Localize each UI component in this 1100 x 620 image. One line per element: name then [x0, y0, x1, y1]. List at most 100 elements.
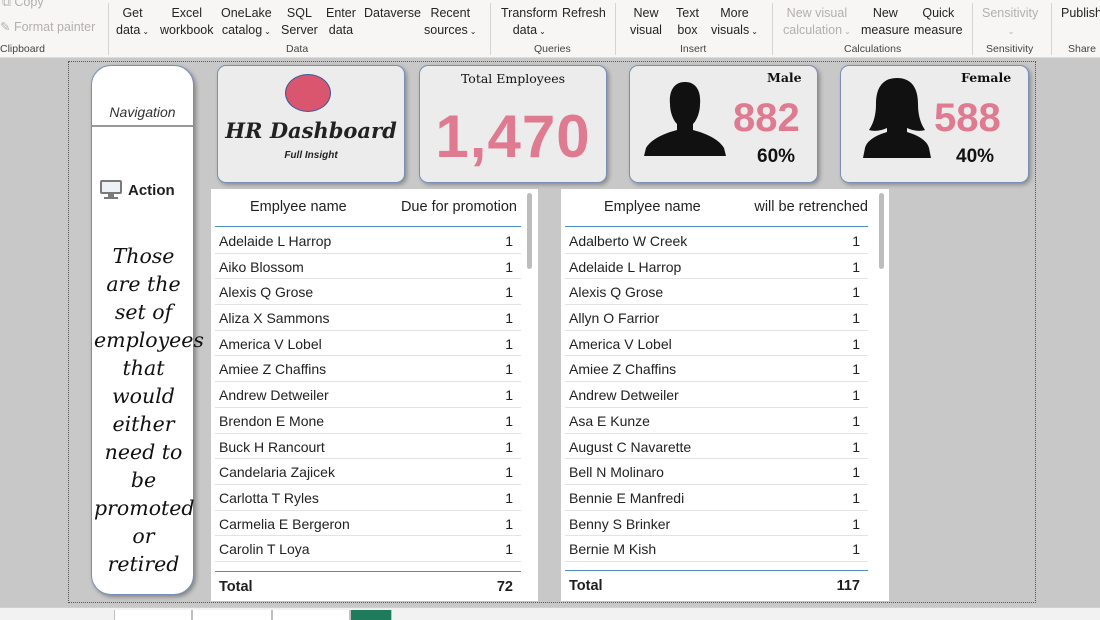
excel-workbook-button[interactable]: Excel workbook: [160, 5, 214, 39]
value-cell: 1: [505, 515, 513, 532]
add-page-tab[interactable]: [350, 610, 392, 620]
paintbrush-icon: ✎: [0, 20, 14, 34]
table-total-row: Total 117: [565, 570, 868, 600]
table-row[interactable]: Buck H Rancourt 1: [215, 434, 521, 460]
navigation-divider: [92, 125, 193, 127]
table-row[interactable]: August C Navarette 1: [565, 434, 868, 460]
chevron-down-icon: ⌄: [1007, 27, 1015, 36]
value-cell: 1: [505, 284, 513, 301]
employee-name-cell: Bernie M Kish: [569, 541, 657, 558]
table-row[interactable]: Aliza X Sammons 1: [215, 305, 521, 331]
vertical-scrollbar[interactable]: [527, 193, 532, 269]
value-cell: 1: [852, 438, 860, 455]
table-row[interactable]: Andrew Detweiler 1: [215, 382, 521, 408]
value-cell: 1: [505, 310, 513, 327]
table-row[interactable]: Benny S Brinker 1: [565, 511, 868, 537]
table-body: Adalberto W Creek 1 Adelaide L Harrop 1 Alex…: [565, 228, 868, 570]
value-cell: 1: [852, 361, 860, 378]
table-row[interactable]: Alexis Q Grose 1: [565, 279, 868, 306]
table-row[interactable]: Amiee Z Chaffins 1: [565, 356, 868, 383]
total-value: 117: [836, 578, 860, 594]
employee-name-cell: Aiko Blossom: [219, 258, 304, 275]
table-row[interactable]: Adelaide L Harrop 1: [565, 254, 868, 280]
page-tabs-bar: [0, 607, 1100, 620]
employee-name-cell: Candelaria Zajicek: [219, 464, 335, 481]
group-label-sensitivity: Sensitivity: [986, 43, 1034, 55]
monitor-icon: [100, 180, 122, 200]
employee-name-cell: Benny S Brinker: [569, 515, 671, 532]
sensitivity-button[interactable]: Sensitivity ⌄: [982, 5, 1038, 40]
male-count: 882: [733, 96, 800, 140]
page-tab[interactable]: [114, 610, 192, 620]
male-silhouette-icon: [644, 82, 726, 156]
table-row[interactable]: Andrew Detweiler 1: [565, 382, 868, 408]
group-label-data: Data: [286, 43, 309, 55]
table-row[interactable]: Candelaria Zajicek 1: [215, 459, 521, 485]
table-row[interactable]: Adalberto W Creek 1: [565, 228, 868, 254]
value-cell: 1: [505, 258, 513, 275]
table-row[interactable]: Allyn O Farrior 1: [565, 305, 868, 331]
table-row[interactable]: Carolin T Loya 1: [215, 536, 521, 562]
table-row[interactable]: Alexis Q Grose 1: [215, 279, 521, 306]
group-label-clipboard: Clipboard: [0, 43, 45, 55]
ribbon: ⧉ Copy ✎ Format painter Clipboard Get dat…: [0, 0, 1100, 58]
group-separator: [772, 3, 773, 55]
table-row[interactable]: Carmelia E Bergeron 1: [215, 511, 521, 537]
get-data-button[interactable]: Get data ⌄: [116, 5, 149, 40]
total-employees-value: 1,470: [435, 103, 591, 170]
table-row[interactable]: Brendon E Mone 1: [215, 408, 521, 434]
table-row[interactable]: Amiee Z Chaffins 1: [215, 356, 521, 383]
column-header-will-be-retrenched[interactable]: will be retrenched: [754, 199, 868, 215]
enter-data-button[interactable]: Enter data: [326, 5, 356, 39]
table-row[interactable]: Bell N Molinaro 1: [565, 459, 868, 485]
refresh-button[interactable]: Refresh: [562, 5, 606, 22]
onelake-catalog-button[interactable]: OneLake catalog ⌄: [221, 5, 272, 40]
group-separator: [972, 3, 973, 55]
column-header-employee-name[interactable]: Emplyee name: [250, 199, 347, 215]
table-row[interactable]: Carlotta T Ryles 1: [215, 485, 521, 511]
table-row[interactable]: Aiko Blossom 1: [215, 254, 521, 280]
transform-data-button[interactable]: Transform data ⌄: [501, 5, 558, 40]
column-header-due-for-promotion[interactable]: Due for promotion: [401, 199, 517, 215]
employee-name-cell: Allyn O Farrior: [569, 310, 660, 327]
table-total-row: Total 72: [215, 571, 521, 601]
page-tab[interactable]: [192, 610, 272, 620]
column-header-employee-name[interactable]: Emplyee name: [604, 199, 701, 215]
sql-server-button[interactable]: SQL Server: [281, 5, 318, 39]
male-label: Male: [767, 70, 802, 85]
format-painter-button[interactable]: ✎ Format painter: [0, 19, 95, 36]
dataverse-button[interactable]: Dataverse: [364, 5, 421, 22]
action-button[interactable]: Action: [100, 180, 175, 200]
value-cell: 1: [505, 335, 513, 352]
table-row[interactable]: Bennie E Manfredi 1: [565, 485, 868, 511]
chevron-down-icon: ⌄: [539, 27, 546, 36]
publish-button[interactable]: Publish: [1061, 5, 1100, 22]
female-silhouette-icon: [863, 78, 931, 158]
new-visual-calculation-button[interactable]: New visual calculation ⌄: [783, 5, 851, 40]
total-label: Total: [219, 579, 253, 595]
copy-button[interactable]: ⧉ Copy: [2, 0, 44, 11]
quick-measure-button[interactable]: Quick measure: [914, 5, 963, 39]
value-cell: 1: [852, 233, 860, 249]
table-body: Adelaide L Harrop 1 Aiko Blossom 1 Alexis Q …: [215, 228, 521, 571]
female-percent: 40%: [956, 146, 995, 167]
table-row[interactable]: America V Lobel 1: [215, 331, 521, 357]
employee-name-cell: Bennie E Manfredi: [569, 489, 685, 506]
new-visual-button[interactable]: New visual: [630, 5, 662, 39]
chevron-down-icon: ⌄: [844, 27, 851, 36]
chevron-down-icon: ⌄: [751, 27, 758, 36]
total-employees-label: Total Employees: [460, 71, 566, 86]
table-row[interactable]: America V Lobel 1: [565, 331, 868, 357]
new-measure-button[interactable]: New measure: [861, 5, 910, 39]
table-row[interactable]: Asa E Kunze 1: [565, 408, 868, 434]
employee-name-cell: America V Lobel: [219, 335, 322, 352]
employee-name-cell: Carlotta T Ryles: [219, 489, 319, 506]
page-tab[interactable]: [272, 610, 350, 620]
text-box-button[interactable]: Text box: [676, 5, 699, 39]
vertical-scrollbar[interactable]: [879, 193, 884, 269]
recent-sources-button[interactable]: Recent sources ⌄: [424, 5, 476, 40]
table-row[interactable]: Adelaide L Harrop 1: [215, 228, 521, 254]
more-visuals-button[interactable]: More visuals ⌄: [711, 5, 758, 40]
table-row[interactable]: Bernie M Kish 1: [565, 536, 868, 562]
employee-name-cell: Carmelia E Bergeron: [219, 515, 350, 532]
